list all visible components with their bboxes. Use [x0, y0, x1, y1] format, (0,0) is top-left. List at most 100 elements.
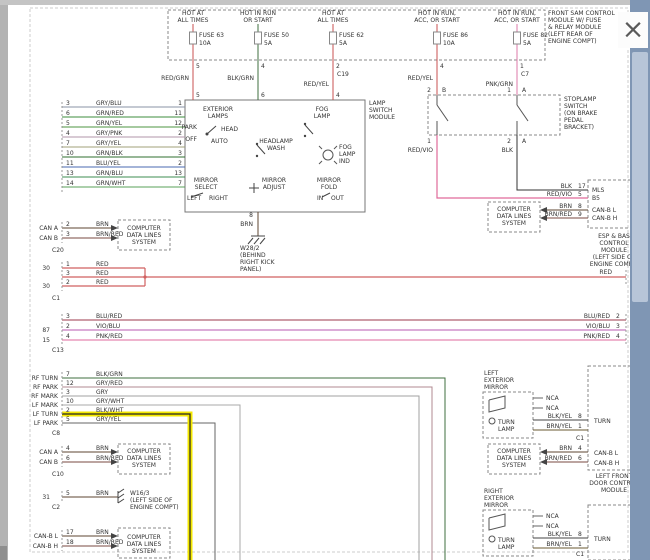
- diagram-label: BLK/YEL: [548, 413, 573, 420]
- diagram-label: HOT AT: [182, 10, 204, 17]
- diagram-label: BRN/RED: [545, 455, 573, 462]
- diagram-label: 2: [66, 221, 70, 228]
- diagram-label: LAMP: [498, 544, 515, 551]
- diagram-label: COMPUTER: [127, 534, 161, 541]
- red-junction-dot: [143, 275, 146, 278]
- diagram-label: MIRROR: [194, 177, 218, 184]
- diagram-label: FRONT SAM CONTROL: [548, 10, 615, 17]
- diagram-label: ESP & BAS: [598, 233, 630, 240]
- diagram-label: LAMPS: [208, 113, 228, 120]
- diagram-label: OFF: [185, 136, 197, 143]
- diagram-label: RED: [96, 261, 109, 268]
- diagram-label: SYSTEM: [132, 239, 156, 246]
- diagram-label: NCA: [546, 523, 560, 530]
- diagram-label: LAMP: [314, 113, 331, 120]
- diagram-label: 1: [507, 87, 511, 94]
- diagram-label: MIRROR: [317, 177, 341, 184]
- diagram-label: VIO/BLU: [96, 323, 120, 330]
- diagram-label: 5A: [523, 40, 532, 47]
- ground-symbol: [118, 489, 124, 493]
- scrollbar-thumb[interactable]: [632, 52, 648, 302]
- diagram-label: HEAD: [221, 126, 238, 133]
- diagram-label: GRY/YEL: [96, 416, 122, 423]
- diagram-label: LAMP: [339, 151, 356, 158]
- diagram-label: COMPUTER: [497, 448, 531, 455]
- diagram-label: SWITCH: [369, 107, 393, 114]
- page-border: [30, 8, 628, 552]
- diagram-label: SYSTEM: [132, 462, 156, 469]
- diagram-label: 4: [578, 445, 582, 452]
- diagram-label: FUSE 50: [264, 32, 289, 39]
- ground-symbol: [118, 494, 124, 498]
- diagram-label: BRN: [559, 445, 572, 452]
- diagram-label: CAN-B L: [34, 533, 59, 540]
- diagram-label: C20: [52, 247, 64, 254]
- diagram-label: CAN-B H: [592, 215, 617, 222]
- diagram-label: ACC, OR START: [414, 17, 460, 24]
- ground-symbol: [118, 499, 124, 503]
- diagram-label: 8: [578, 531, 582, 538]
- diagram-label: BRN: [559, 203, 572, 210]
- dial-pointer: [207, 126, 216, 134]
- diagram-label: 30: [42, 265, 50, 272]
- diagram-label: 18: [66, 539, 74, 546]
- diagram-label: LF PARK: [34, 420, 59, 427]
- diagram-label: BRN/YEL: [546, 541, 572, 548]
- diagram-label: HOT IN RUN,: [418, 10, 456, 17]
- diagram-label: EXTERIOR: [484, 377, 514, 384]
- diagram-label: BRN: [96, 445, 109, 452]
- diagram-label: FUSE 63: [199, 32, 224, 39]
- diagram-label: DATA LINES: [497, 455, 532, 462]
- diagram-label: 3: [66, 100, 70, 107]
- diagram-label: RED: [96, 279, 109, 286]
- diagram-label: 4: [616, 333, 620, 340]
- diagram-label: OUT: [331, 195, 344, 202]
- diagram-label: CAN B: [39, 459, 58, 466]
- diagram-label: DATA LINES: [127, 232, 162, 239]
- diagram-label: RIGHT: [209, 195, 228, 202]
- diagram-label: BLU/RED: [96, 313, 123, 320]
- diagram-label: 1: [178, 100, 182, 107]
- diagram-label: GRN/YEL: [96, 120, 123, 127]
- page-margin-left: [0, 0, 8, 560]
- diagram-label: RED/YEL: [304, 81, 330, 88]
- diagram-label: 4: [440, 63, 444, 70]
- diagram-label: BLU/RED: [584, 313, 611, 320]
- diagram-label: 2: [178, 130, 182, 137]
- diagram-label: 14: [66, 180, 74, 187]
- diagram-label: GRY: [96, 389, 108, 396]
- diagram-label: 31: [42, 494, 50, 501]
- diagram-label: 1: [578, 423, 582, 430]
- diagram-label: 4: [66, 445, 70, 452]
- diagram-label: GRN/BLU: [96, 170, 123, 177]
- diagram-label: TURN: [593, 418, 611, 425]
- stoplamp-contact: [517, 105, 528, 121]
- ground-symbol: [260, 238, 265, 244]
- diagram-label: GRY/RED: [96, 380, 123, 387]
- diagram-label: 5: [66, 120, 70, 127]
- diagram-label: BLK: [502, 147, 514, 154]
- lf-turn-highlight: [62, 414, 190, 560]
- diagram-label: 5A: [339, 40, 348, 47]
- scrollbar[interactable]: [630, 0, 650, 560]
- close-button[interactable]: ×: [618, 12, 648, 48]
- diagram-label: RED: [599, 269, 612, 276]
- diagram-label: RF MARK: [31, 393, 59, 400]
- diagram-label: BLK/YEL: [548, 531, 573, 538]
- wire-blk: [517, 135, 588, 190]
- diagram-label: FUSE 82: [523, 32, 548, 39]
- diagram-label: 1: [578, 541, 582, 548]
- diagram-label: BRN: [96, 529, 109, 536]
- diagram-label: 10: [66, 398, 74, 405]
- fog-switch-blade: [305, 125, 313, 134]
- fog-ind-ray: [334, 161, 337, 164]
- diagram-label: 17: [66, 529, 74, 536]
- diagram-label: 6: [66, 455, 70, 462]
- diagram-label: 4: [66, 333, 70, 340]
- diagram-label: COMPUTER: [127, 225, 161, 232]
- right-turn-lamp-symbol: [489, 536, 495, 542]
- diagram-label: 11: [66, 160, 74, 167]
- diagram-label: RED: [96, 270, 109, 277]
- diagram-label: 1: [66, 261, 70, 268]
- corner-notch: [0, 546, 7, 560]
